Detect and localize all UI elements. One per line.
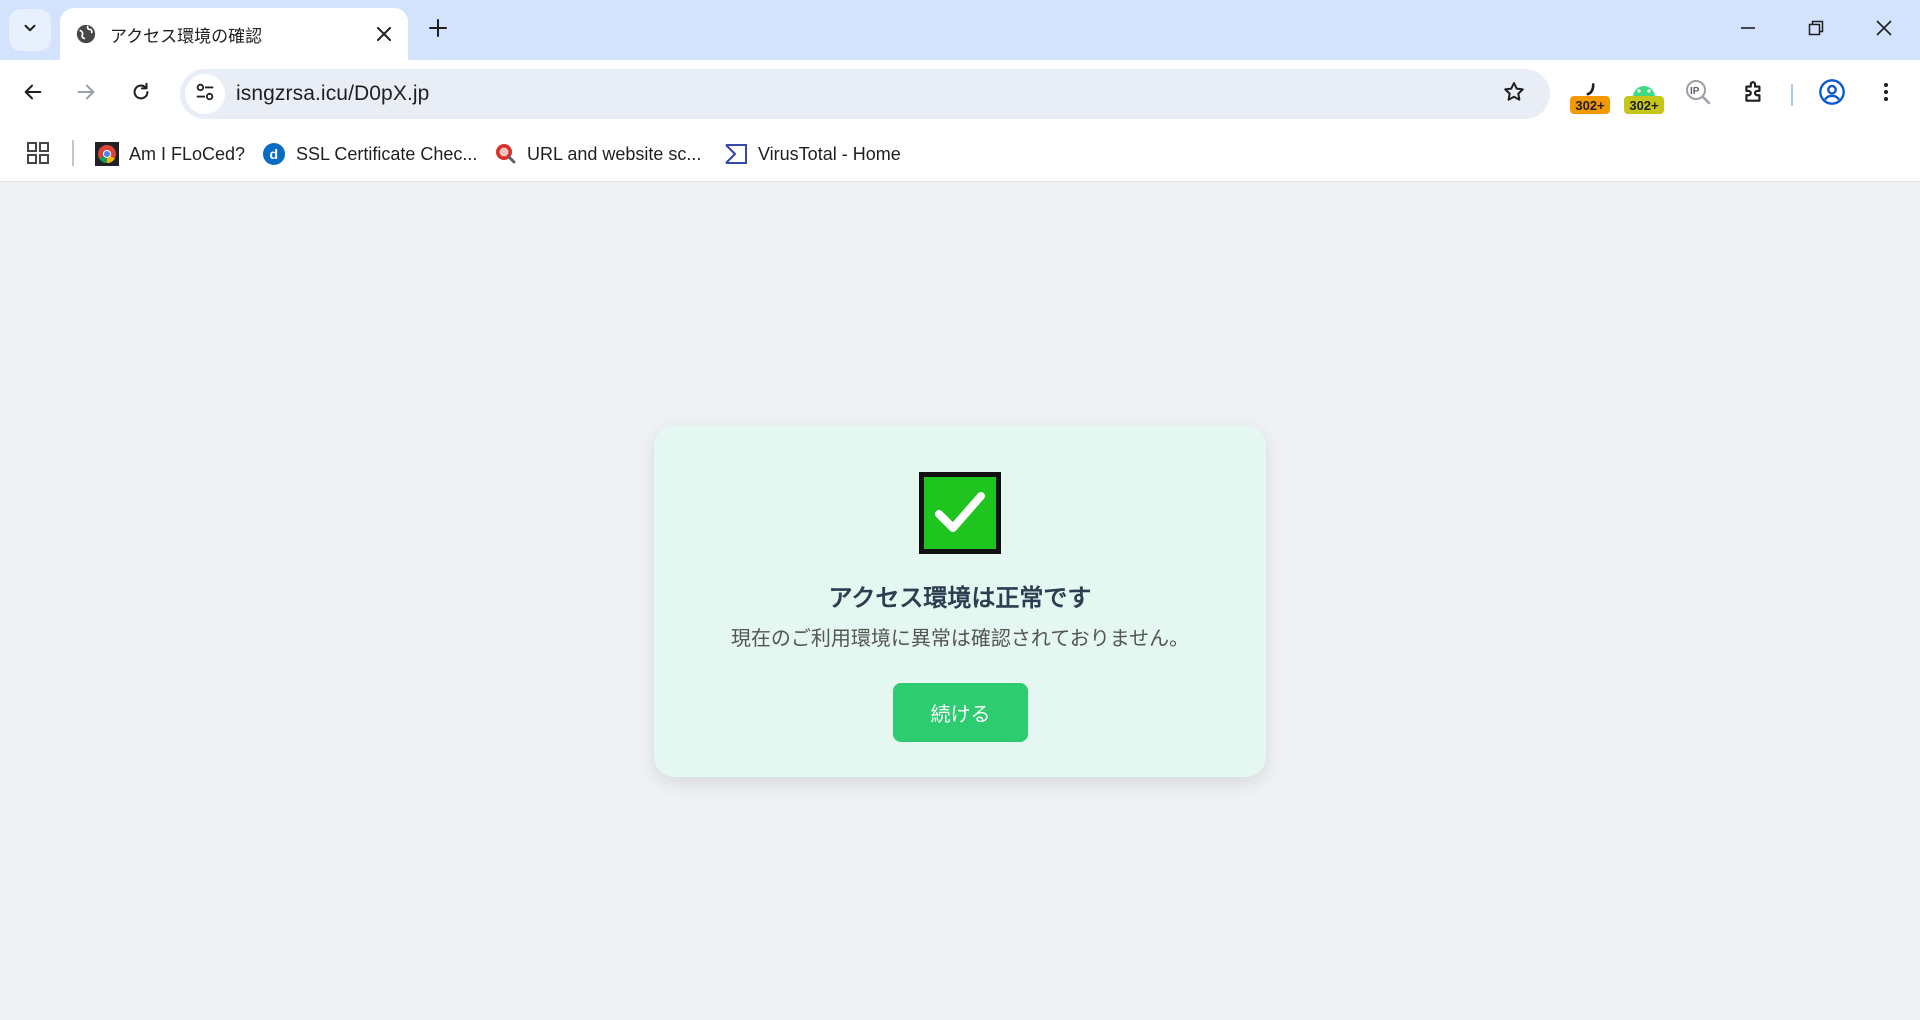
tune-icon xyxy=(194,81,216,108)
tab-search-button[interactable] xyxy=(9,9,51,51)
forward-button[interactable] xyxy=(64,72,108,116)
bookmarks-bar: Am I FLoCed? d SSL Certificate Chec... U… xyxy=(0,128,1920,182)
more-vert-icon xyxy=(1874,80,1898,109)
minimize-icon xyxy=(1740,20,1756,41)
toolbar-divider xyxy=(1791,84,1793,106)
apps-grid-icon xyxy=(26,141,50,170)
checkmark-icon xyxy=(919,472,1001,554)
bookmark-virustotal[interactable]: VirusTotal - Home xyxy=(724,138,901,170)
virustotal-icon xyxy=(724,142,748,166)
profile-button[interactable] xyxy=(1810,72,1854,116)
digicert-icon: d xyxy=(262,142,286,166)
star-icon xyxy=(1502,80,1526,109)
arrow-right-icon xyxy=(75,81,97,108)
status-card: アクセス環境は正常です 現在のご利用環境に異常は確認されておりません。 続ける xyxy=(654,425,1266,777)
bookmark-ssl-checker[interactable]: d SSL Certificate Chec... xyxy=(262,138,477,170)
ip-search-icon: IP xyxy=(1684,78,1712,111)
extensions-button[interactable] xyxy=(1732,72,1776,116)
account-circle-icon xyxy=(1818,78,1846,111)
bookmark-star-button[interactable] xyxy=(1496,76,1532,112)
back-button[interactable] xyxy=(11,72,55,116)
restore-icon xyxy=(1808,20,1824,41)
bookmark-am-i-floced[interactable]: Am I FLoCed? xyxy=(95,138,245,170)
puzzle-icon xyxy=(1741,79,1767,110)
ip-extension-button[interactable]: IP xyxy=(1676,72,1720,116)
url-text[interactable]: isngzrsa.icu/D0pX.jp xyxy=(236,82,429,106)
urlscan-icon xyxy=(493,142,517,166)
arrow-left-icon xyxy=(22,81,44,108)
bookmarks-divider xyxy=(72,140,74,166)
redirect-extension-button[interactable]: 302+ xyxy=(1568,72,1612,116)
browser-toolbar: isngzrsa.icu/D0pX.jp 302+ 302+ IP xyxy=(0,60,1920,128)
reload-button[interactable] xyxy=(119,72,163,116)
page-content: アクセス環境は正常です 現在のご利用環境に異常は確認されておりません。 続ける xyxy=(0,183,1920,1020)
close-window-button[interactable] xyxy=(1850,0,1918,60)
apps-button[interactable] xyxy=(22,139,54,171)
menu-button[interactable] xyxy=(1864,72,1908,116)
new-tab-button[interactable] xyxy=(420,12,456,48)
bookmark-urlscan[interactable]: URL and website sc... xyxy=(493,138,701,170)
reload-icon xyxy=(130,81,152,108)
close-icon xyxy=(1876,19,1892,41)
close-tab-icon[interactable] xyxy=(368,18,400,50)
chrome-icon xyxy=(95,142,119,166)
status-title: アクセス環境は正常です xyxy=(828,584,1092,612)
bookmark-label: Am I FLoCed? xyxy=(129,143,246,164)
svg-text:IP: IP xyxy=(1690,86,1700,97)
tab-strip: アクセス環境の確認 xyxy=(0,0,1920,60)
site-info-button[interactable] xyxy=(185,74,225,114)
restore-button[interactable] xyxy=(1782,0,1850,60)
bookmark-label: URL and website sc... xyxy=(527,143,702,164)
active-tab[interactable]: アクセス環境の確認 xyxy=(60,8,408,60)
address-bar[interactable]: isngzrsa.icu/D0pX.jp xyxy=(180,69,1550,119)
svg-text:d: d xyxy=(270,146,279,162)
continue-button[interactable]: 続ける xyxy=(893,683,1028,742)
globe-icon xyxy=(74,22,98,46)
chevron-down-icon xyxy=(21,19,39,42)
bookmark-label: SSL Certificate Chec... xyxy=(296,143,478,164)
redirect-count-badge: 302+ xyxy=(1570,96,1610,114)
status-message: 現在のご利用環境に異常は確認されておりません。 xyxy=(730,626,1190,650)
redirect-count-badge-2: 302+ xyxy=(1624,96,1664,114)
minimize-button[interactable] xyxy=(1714,0,1782,60)
redirect-extension-2-button[interactable]: 302+ xyxy=(1622,72,1666,116)
bookmark-label: VirusTotal - Home xyxy=(758,143,901,164)
tab-title: アクセス環境の確認 xyxy=(110,26,263,46)
plus-icon xyxy=(429,18,447,42)
